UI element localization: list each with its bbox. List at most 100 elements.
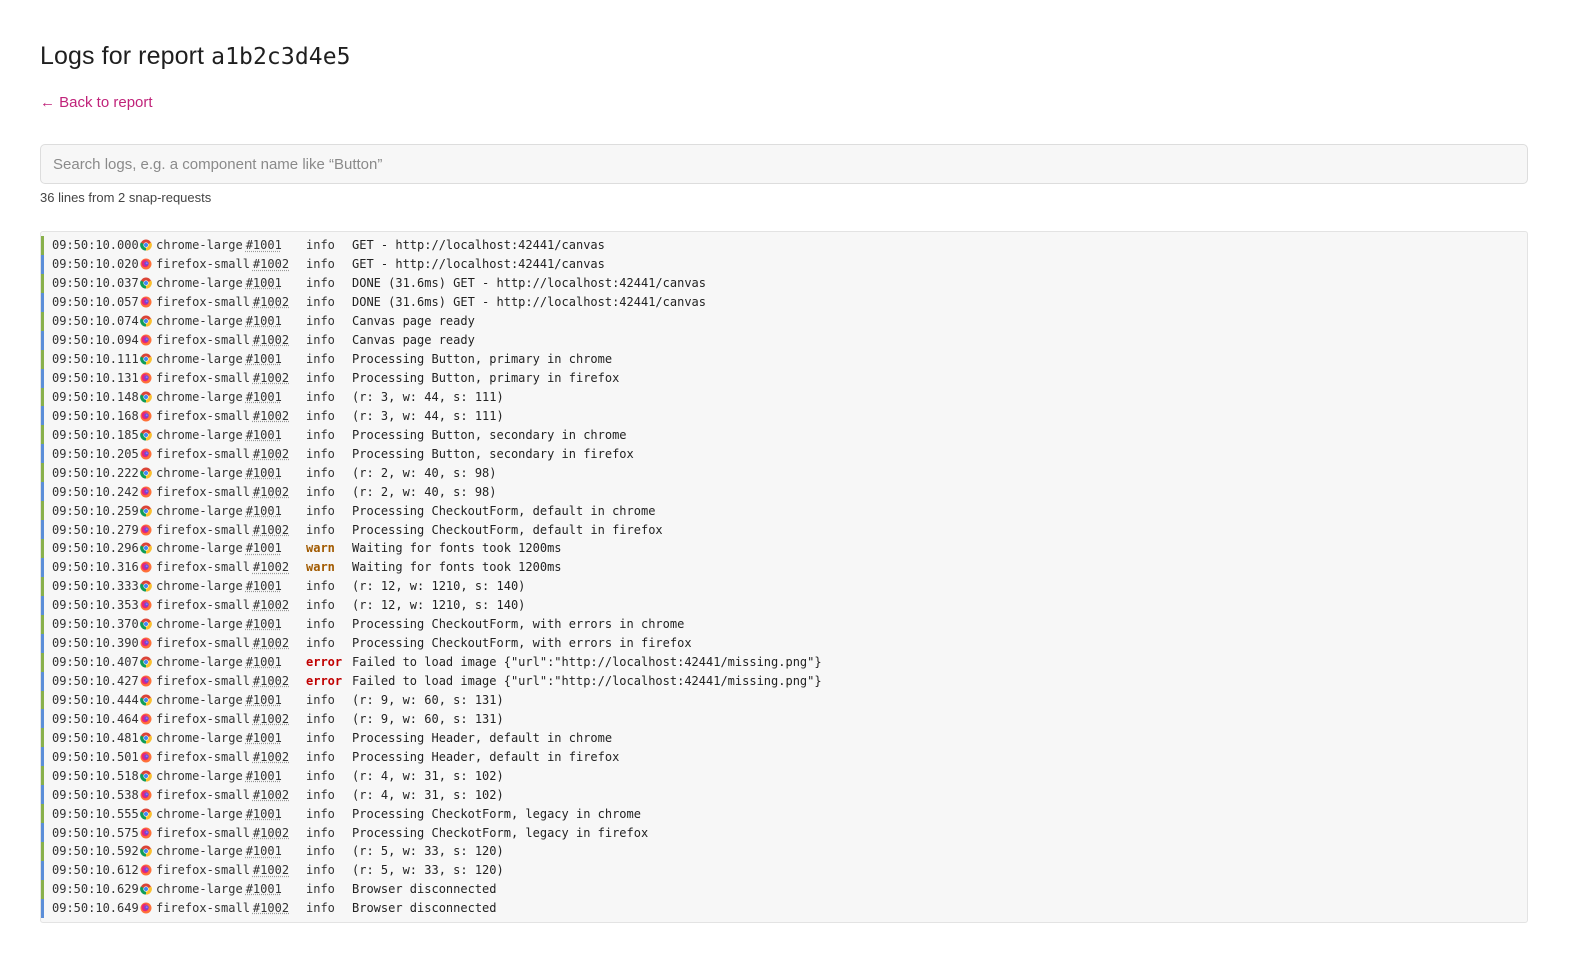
- snap-request-link[interactable]: #1001: [246, 504, 282, 518]
- snap-request-link[interactable]: #1002: [253, 485, 289, 499]
- snap-request-link[interactable]: #1002: [253, 560, 289, 574]
- snap-request-link[interactable]: #1002: [253, 674, 289, 688]
- snap-request-link[interactable]: #1001: [246, 238, 282, 252]
- snap-request-link[interactable]: #1002: [253, 295, 289, 309]
- log-message: (r: 5, w: 33, s: 120): [352, 863, 504, 878]
- back-to-report-link[interactable]: ← Back to report: [40, 94, 153, 111]
- log-target: chrome-large: [156, 465, 243, 480]
- snap-request-link[interactable]: #1001: [246, 579, 282, 593]
- log-timestamp: 09:50:10.057: [52, 295, 139, 310]
- log-level: info: [306, 276, 335, 291]
- snap-request-link[interactable]: #1001: [246, 655, 282, 669]
- log-timestamp: 09:50:10.501: [52, 749, 139, 764]
- log-timestamp: 09:50:10.148: [52, 389, 139, 404]
- snap-request-link[interactable]: #1001: [246, 617, 282, 631]
- log-message: Processing CheckoutForm, default in fire…: [352, 522, 663, 537]
- log-message: Failed to load image {"url":"http://loca…: [352, 655, 822, 670]
- log-target: firefox-small: [156, 522, 250, 537]
- log-row: 09:50:10.111 chrome-large #1001 info Process…: [41, 349, 1527, 369]
- log-level: info: [306, 333, 335, 348]
- log-level: info: [306, 825, 335, 840]
- log-timestamp: 09:50:10.464: [52, 711, 139, 726]
- log-target: firefox-small: [156, 257, 250, 272]
- snap-request-link[interactable]: #1002: [253, 826, 289, 840]
- chrome-icon: [140, 808, 152, 820]
- log-timestamp: 09:50:10.205: [52, 446, 139, 461]
- snap-request-link[interactable]: #1001: [246, 466, 282, 480]
- log-list[interactable]: 09:50:10.000 chrome-large #1001 info GET - h…: [40, 231, 1528, 923]
- snap-request-link[interactable]: #1002: [253, 257, 289, 271]
- firefox-icon: [140, 448, 152, 460]
- log-target: chrome-large: [156, 844, 243, 859]
- snap-request-link[interactable]: #1002: [253, 863, 289, 877]
- log-message: GET - http://localhost:42441/canvas: [352, 238, 605, 253]
- log-target: chrome-large: [156, 352, 243, 367]
- log-message: Processing Button, primary in firefox: [352, 371, 620, 386]
- snap-request-link[interactable]: #1002: [253, 371, 289, 385]
- log-level: error: [306, 655, 343, 670]
- log-timestamp: 09:50:10.444: [52, 692, 139, 707]
- log-message: (r: 4, w: 31, s: 102): [352, 787, 504, 802]
- snap-request-link[interactable]: #1001: [246, 428, 282, 442]
- snap-request-link[interactable]: #1002: [253, 523, 289, 537]
- log-timestamp: 09:50:10.185: [52, 427, 139, 442]
- chrome-icon: [140, 694, 152, 706]
- log-row: 09:50:10.407 chrome-large #1001 error Failed…: [41, 652, 1527, 672]
- log-target: firefox-small: [156, 711, 250, 726]
- log-target: chrome-large: [156, 503, 243, 518]
- log-message: (r: 12, w: 1210, s: 140): [352, 579, 526, 594]
- log-timestamp: 09:50:10.168: [52, 408, 139, 423]
- log-target: firefox-small: [156, 484, 250, 499]
- snap-request-link[interactable]: #1001: [246, 731, 282, 745]
- snap-request-link[interactable]: #1001: [246, 314, 282, 328]
- log-target: chrome-large: [156, 655, 243, 670]
- snap-request-link[interactable]: #1002: [253, 788, 289, 802]
- log-target: firefox-small: [156, 901, 250, 916]
- log-message: DONE (31.6ms) GET - http://localhost:424…: [352, 276, 707, 291]
- snap-request-link[interactable]: #1001: [246, 807, 282, 821]
- snap-request-link[interactable]: #1002: [253, 901, 289, 915]
- search-input[interactable]: [40, 144, 1528, 184]
- log-row: 09:50:10.538 firefox-small #1002 info (r: 4,…: [41, 785, 1527, 805]
- log-message: Processing Button, secondary in chrome: [352, 427, 627, 442]
- firefox-icon: [140, 827, 152, 839]
- snap-request-link[interactable]: #1001: [246, 390, 282, 404]
- snap-request-link[interactable]: #1001: [246, 352, 282, 366]
- chrome-icon: [140, 467, 152, 479]
- log-level: info: [306, 465, 335, 480]
- snap-request-link[interactable]: #1002: [253, 712, 289, 726]
- snap-request-link[interactable]: #1001: [246, 882, 282, 896]
- log-target: firefox-small: [156, 863, 250, 878]
- snap-request-link[interactable]: #1002: [253, 598, 289, 612]
- log-message: Processing Header, default in chrome: [352, 730, 613, 745]
- log-target: firefox-small: [156, 825, 250, 840]
- log-row: 09:50:10.259 chrome-large #1001 info Process…: [41, 501, 1527, 521]
- firefox-icon: [140, 372, 152, 384]
- chrome-icon: [140, 505, 152, 517]
- snap-request-link[interactable]: #1001: [246, 276, 282, 290]
- log-level: info: [306, 314, 335, 329]
- firefox-icon: [140, 258, 152, 270]
- log-row: 09:50:10.592 chrome-large #1001 info (r: 5, …: [41, 842, 1527, 861]
- chrome-icon: [140, 429, 152, 441]
- snap-request-link[interactable]: #1001: [246, 541, 282, 555]
- snap-request-link[interactable]: #1001: [246, 769, 282, 783]
- snap-request-link[interactable]: #1002: [253, 409, 289, 423]
- snap-request-link[interactable]: #1001: [246, 693, 282, 707]
- log-row: 09:50:10.296 chrome-large #1001 warn Waiting…: [41, 539, 1527, 558]
- log-message: Canvas page ready: [352, 314, 475, 329]
- log-target: firefox-small: [156, 598, 250, 613]
- snap-request-link[interactable]: #1002: [253, 333, 289, 347]
- log-row: 09:50:10.148 chrome-large #1001 info (r: 3, …: [41, 387, 1527, 407]
- chrome-icon: [140, 845, 152, 857]
- snap-request-link[interactable]: #1002: [253, 447, 289, 461]
- log-level: info: [306, 749, 335, 764]
- log-message: Failed to load image {"url":"http://loca…: [352, 674, 822, 689]
- log-level: info: [306, 522, 335, 537]
- firefox-icon: [140, 524, 152, 536]
- snap-request-link[interactable]: #1002: [253, 636, 289, 650]
- snap-request-link[interactable]: #1001: [246, 844, 282, 858]
- firefox-icon: [140, 789, 152, 801]
- snap-request-link[interactable]: #1002: [253, 750, 289, 764]
- log-message: (r: 9, w: 60, s: 131): [352, 711, 504, 726]
